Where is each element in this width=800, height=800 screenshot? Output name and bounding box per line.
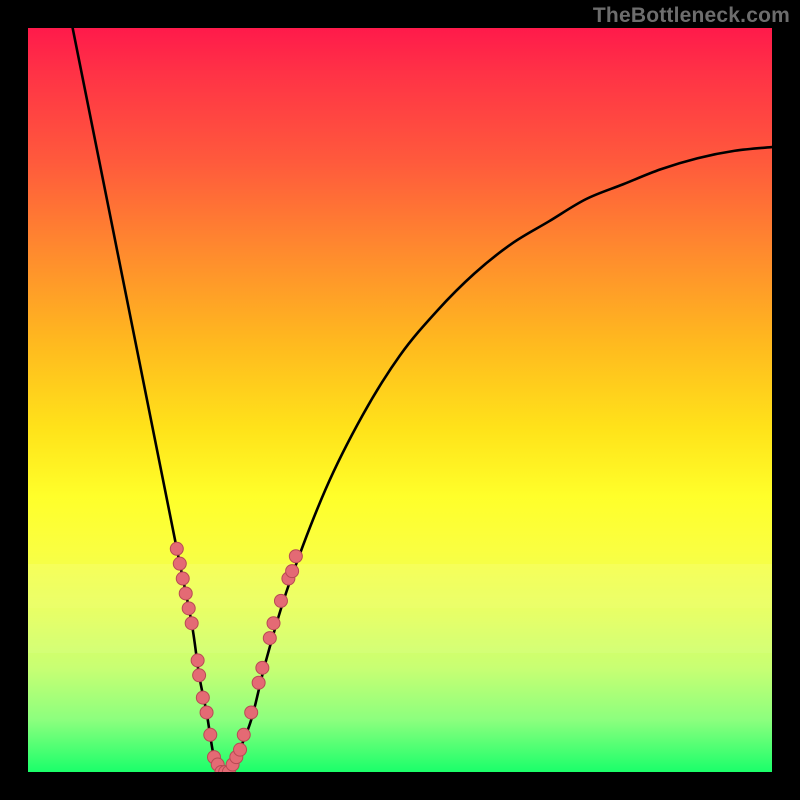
data-marker xyxy=(267,617,280,630)
data-marker xyxy=(286,565,299,578)
data-marker xyxy=(185,617,198,630)
data-marker xyxy=(193,669,206,682)
chart-frame: TheBottleneck.com xyxy=(0,0,800,800)
data-marker xyxy=(170,542,183,555)
curve-layer xyxy=(28,28,772,772)
data-marker xyxy=(234,743,247,756)
data-marker xyxy=(237,728,250,741)
data-marker xyxy=(245,706,258,719)
data-marker xyxy=(204,728,217,741)
data-marker xyxy=(252,676,265,689)
bottleneck-curve xyxy=(73,28,772,772)
data-marker xyxy=(274,594,287,607)
data-marker xyxy=(196,691,209,704)
data-marker xyxy=(182,602,195,615)
data-marker xyxy=(176,572,189,585)
data-marker xyxy=(179,587,192,600)
data-marker xyxy=(191,654,204,667)
data-markers xyxy=(170,542,302,772)
data-marker xyxy=(263,632,276,645)
data-marker xyxy=(173,557,186,570)
data-marker xyxy=(256,661,269,674)
watermark-text: TheBottleneck.com xyxy=(593,4,790,28)
plot-area xyxy=(28,28,772,772)
data-marker xyxy=(200,706,213,719)
data-marker xyxy=(289,550,302,563)
